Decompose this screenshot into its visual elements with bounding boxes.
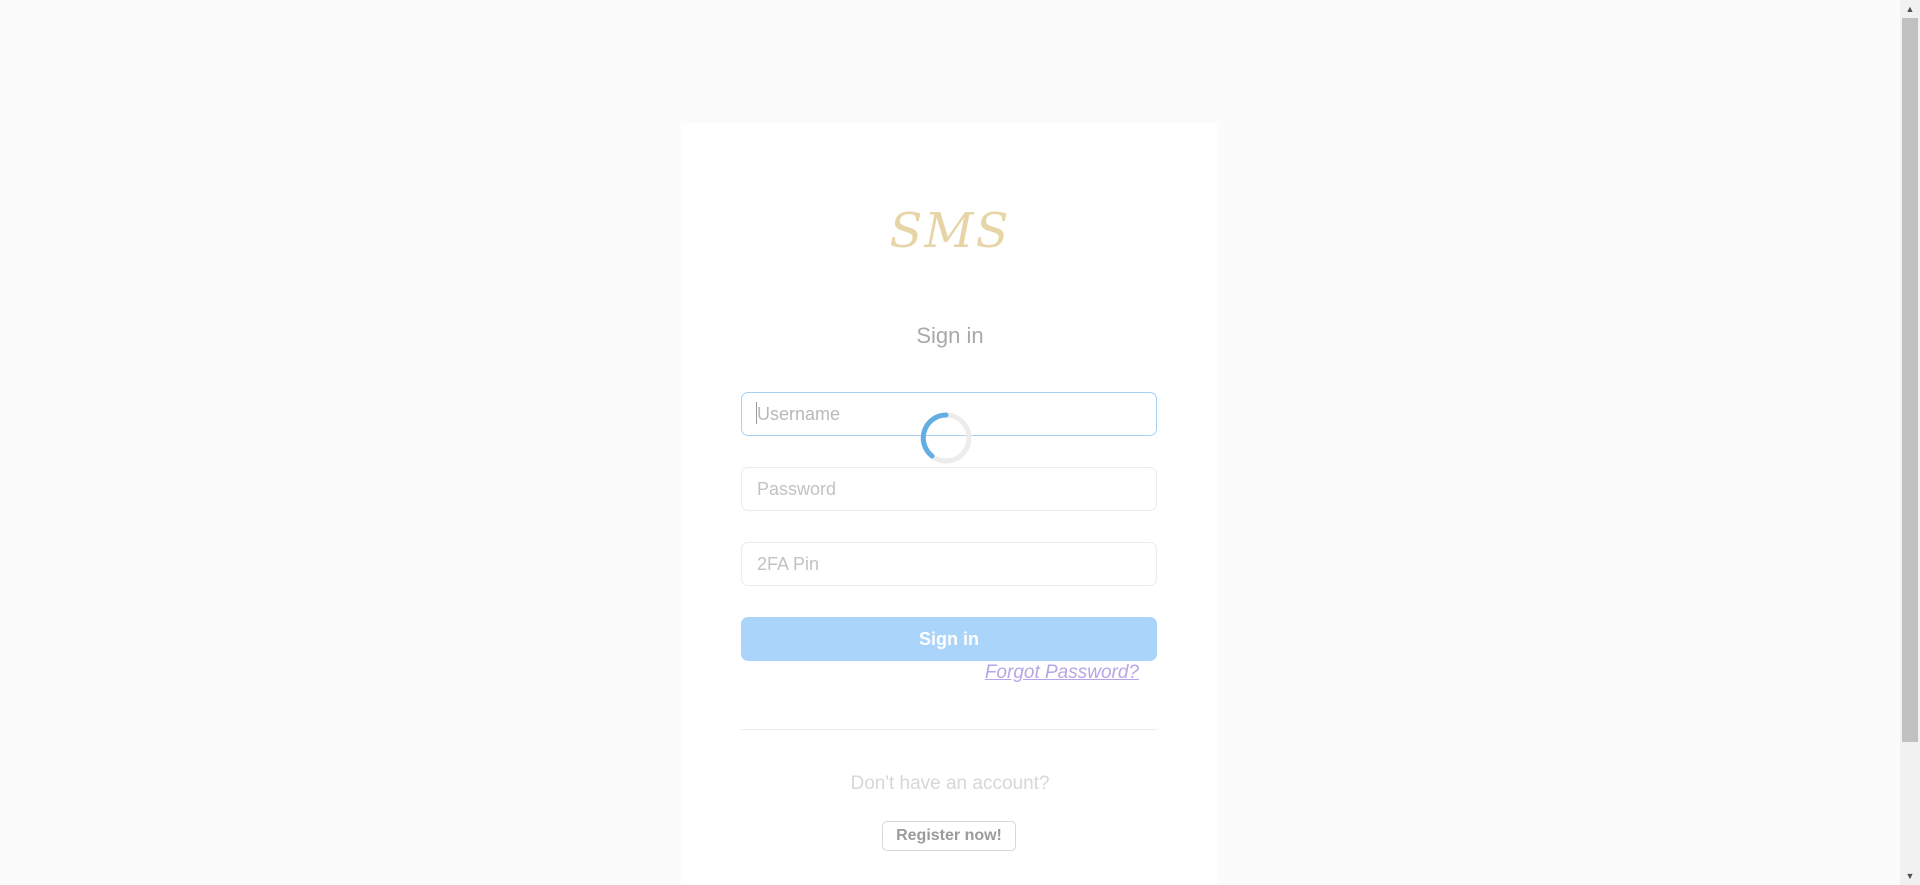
sign-in-button[interactable]: Sign in — [741, 617, 1157, 661]
divider — [741, 729, 1157, 730]
loading-spinner-icon — [920, 412, 972, 464]
forgot-password-link[interactable]: Forgot Password? — [985, 662, 1139, 684]
vertical-scrollbar[interactable]: ▲ ▼ — [1900, 0, 1920, 885]
scroll-thumb[interactable] — [1902, 18, 1918, 742]
2fa-pin-input[interactable] — [741, 542, 1157, 586]
no-account-text: Don't have an account? — [850, 773, 1050, 794]
scroll-up-icon[interactable]: ▲ — [1900, 0, 1920, 18]
text-caret — [756, 402, 757, 424]
card-top-band — [681, 0, 1217, 123]
login-page: SMS Sign in Sign in Forgot Password? Don… — [0, 0, 1900, 885]
scroll-down-icon[interactable]: ▼ — [1900, 867, 1920, 885]
password-input[interactable] — [741, 467, 1157, 511]
page-title: Sign in — [916, 323, 984, 348]
register-button[interactable]: Register now! — [882, 821, 1016, 851]
brand-logo: SMS — [889, 203, 1011, 259]
